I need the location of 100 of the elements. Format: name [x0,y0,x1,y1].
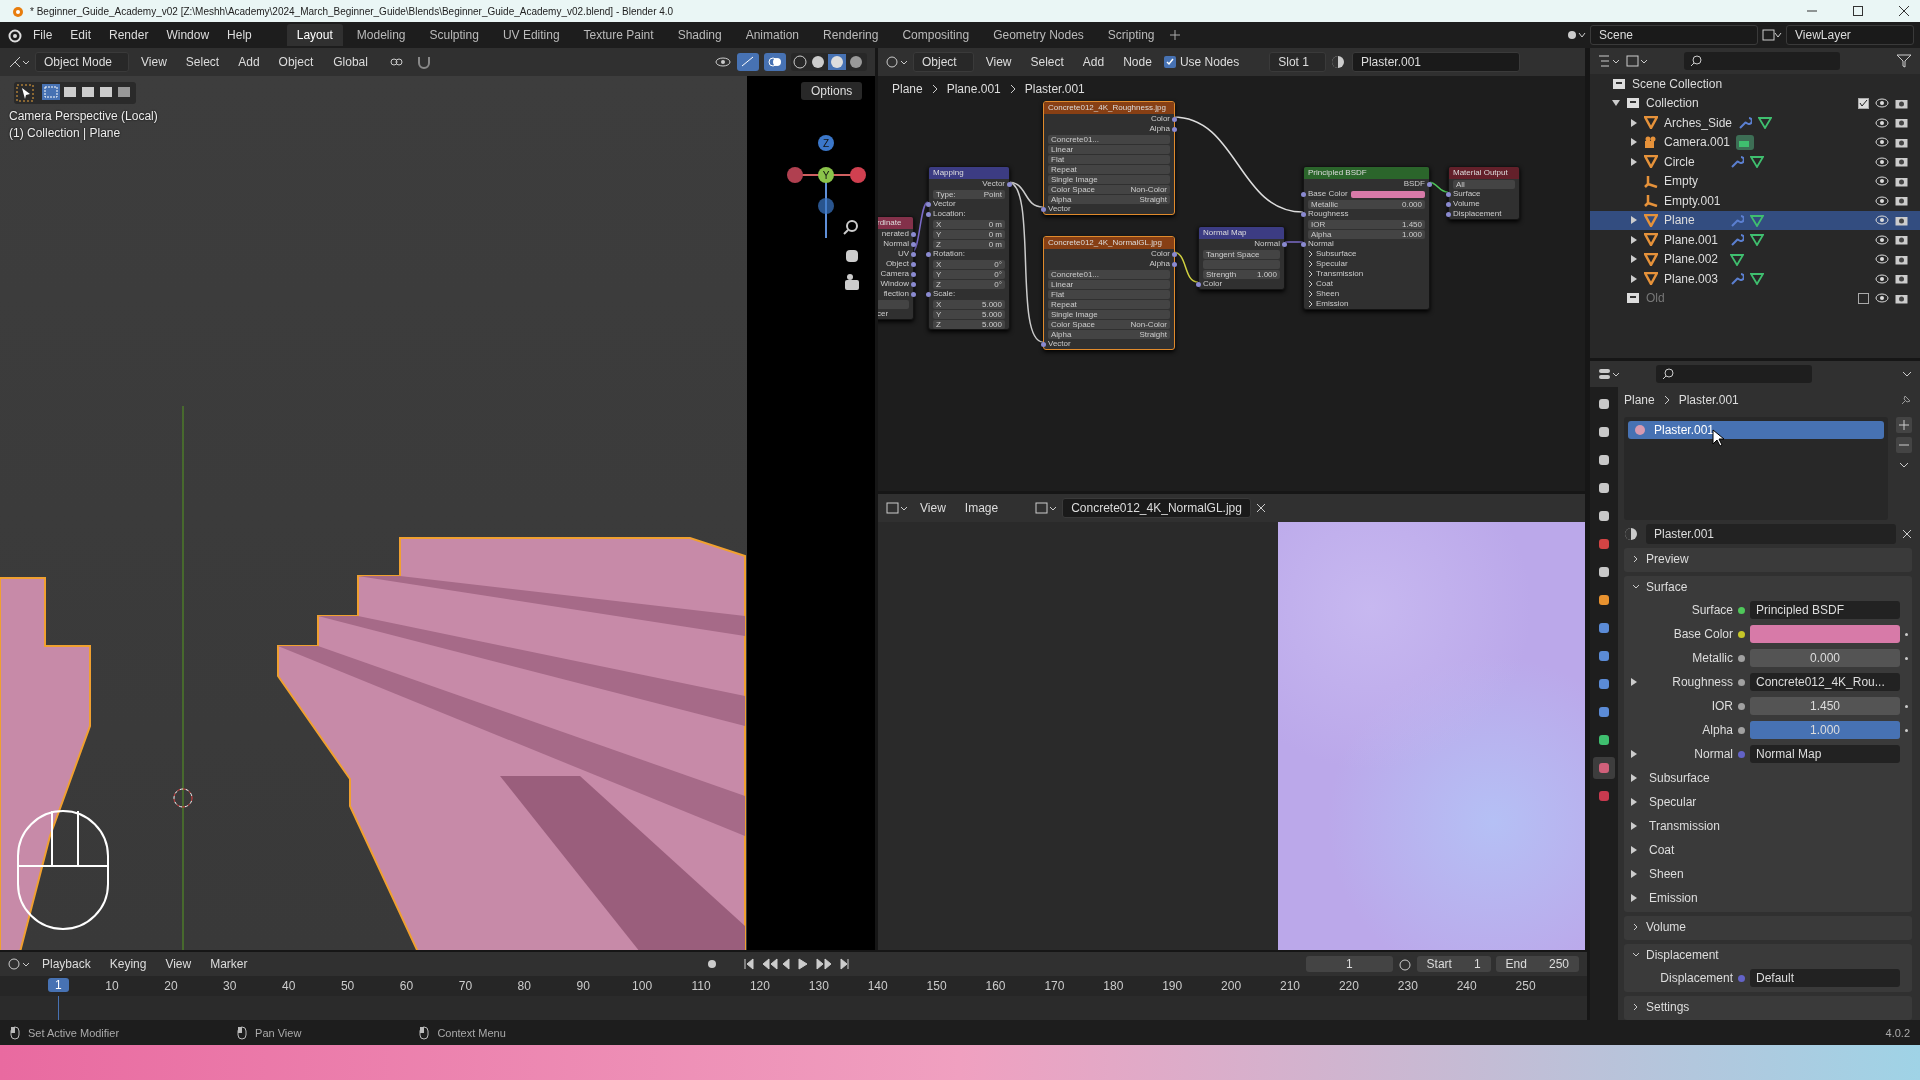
zoom-icon[interactable] [843,220,858,235]
panel-label[interactable]: Coat [1316,279,1333,289]
clock-icon[interactable] [8,957,30,971]
menu-item[interactable]: View [978,53,1019,71]
socket-icon[interactable] [1301,241,1306,247]
menu-item[interactable]: View [134,53,174,71]
node-field[interactable]: Single Image [1048,310,1170,319]
eye-icon[interactable] [1875,234,1889,245]
slider-field[interactable]: 1.000 [1750,721,1900,739]
panel-header[interactable]: Displacement [1624,944,1912,966]
workspace-tab[interactable]: Modeling [346,24,416,46]
node-field[interactable]: Y 0 m [933,230,1005,239]
breadcrumb[interactable]: Plaster.001 [1024,82,1085,96]
node-editor-icon[interactable] [886,55,908,69]
eye-icon[interactable] [1875,215,1889,226]
wrench-icon[interactable] [1730,155,1744,169]
overlay-toggle-icon[interactable] [764,53,786,71]
eye-icon[interactable] [1875,176,1889,187]
menu-item[interactable]: Keying [102,955,154,973]
socket-icon[interactable] [1738,726,1745,734]
panel-label[interactable]: Specular [1316,259,1348,269]
outliner-row[interactable]: Empty.001 [1590,191,1920,211]
mesh-data-icon[interactable] [1750,155,1764,169]
expand-arrow-icon[interactable] [1612,99,1620,108]
node-field[interactable]: X 0° [933,260,1005,269]
color-swatch[interactable] [1350,190,1425,198]
workspace-tab[interactable]: Animation [735,24,810,46]
node-field[interactable]: Color Space Non-Color [1048,320,1170,329]
options-dropdown[interactable]: Options [801,82,863,100]
eye-icon[interactable] [1875,98,1889,109]
workspace-tab[interactable]: Texture Paint [573,24,664,46]
camera-icon[interactable] [1895,175,1908,187]
node-field[interactable]: Color Space Non-Color [1048,185,1170,194]
end-frame-field[interactable]: End 250 [1495,956,1579,972]
material-sphere-icon[interactable] [1330,55,1347,69]
menu-item[interactable]: Playback [35,955,98,973]
current-frame-marker[interactable]: 1 [48,978,69,992]
menu-item[interactable]: Add [231,53,267,71]
material-field[interactable]: Plaster.001 [1351,52,1520,72]
socket-icon[interactable] [1301,191,1306,197]
socket-icon[interactable] [1301,211,1306,217]
node-field[interactable]: Y 5.000 [933,310,1005,319]
outliner-row[interactable]: Plane.001 [1590,230,1920,250]
socket-icon[interactable] [926,291,931,297]
camera-icon[interactable] [1895,214,1908,226]
subpanel-label[interactable]: Specular [1649,795,1697,809]
menu-item[interactable]: Marker [203,955,255,973]
blender-logo-icon[interactable] [6,27,22,43]
subpanel-label[interactable]: Emission [1649,891,1698,905]
node-field[interactable]: Alpha Straight [1048,330,1170,339]
object-type-dropdown[interactable]: Object [913,52,974,72]
shader-node[interactable]: Concrete012_4K_Roughness.jpg Color Alpha Concrete01... Linear Flat Repeat Single Image Color Space Non-Color Alpha Straight Vector [1043,101,1175,215]
node-field[interactable]: Alpha Straight [1048,195,1170,204]
outliner-item[interactable]: Collection [1646,96,1699,111]
subpanel-label[interactable]: Sheen [1649,867,1684,881]
outliner-row[interactable]: Circle [1590,152,1920,172]
outliner-icon[interactable] [1598,54,1620,68]
camera-icon[interactable] [1895,195,1908,207]
eye-icon[interactable] [1875,156,1889,167]
mesh-data-icon[interactable] [1750,272,1764,286]
outliner-item[interactable]: Scene Collection [1632,76,1723,91]
use-nodes-checkbox[interactable]: Use Nodes [1163,55,1240,69]
camera-icon[interactable] [1895,117,1908,129]
node-field[interactable]: Alpha 1.000 [1308,230,1425,239]
start-frame-field[interactable]: Start 1 [1416,956,1491,972]
breadcrumb[interactable]: Plane [892,82,923,96]
socket-icon[interactable] [1041,206,1046,212]
subpanel-label[interactable]: Coat [1649,843,1675,857]
add-icon[interactable] [1896,417,1912,433]
node-field[interactable]: Tangent Space [1203,250,1280,259]
menu-item[interactable]: File [26,26,60,44]
expand-arrow-icon[interactable] [1630,274,1638,283]
node-field[interactable]: Linear [1048,280,1170,289]
orientation-dropdown[interactable]: Global [325,53,384,71]
workspace-tab[interactable]: Compositing [892,24,980,46]
node-field[interactable]: Linear [1048,145,1170,154]
panel-header[interactable]: Preview [1624,548,1912,570]
node-field[interactable]: Strength 1.000 [1203,270,1280,279]
camera-icon[interactable] [1895,97,1908,109]
camera-icon[interactable] [1895,292,1908,304]
display-mode-icon[interactable] [1626,54,1648,68]
outliner-row[interactable]: Plane.003 [1590,269,1920,289]
socket-icon[interactable] [1738,630,1745,638]
maximize-icon[interactable] [1852,5,1864,17]
mesh-data-icon[interactable] [1750,213,1764,227]
number-field[interactable]: 0.000 [1750,649,1900,667]
node-field[interactable]: Flat [1048,155,1170,164]
menu-item[interactable]: Image [957,499,1006,517]
menu-item[interactable]: Window [159,26,217,44]
socket-icon[interactable] [1738,702,1745,710]
subpanel-label[interactable]: Transmission [1649,819,1720,833]
shader-node[interactable]: Mapping Vector Type: Point Vector Location: X 0 m Y 0 m Z 0 m Rotation: X 0° Y 0° Z 0° Scale: X 5.000 Y 5.000 Z 5.000 [928,166,1010,330]
shader-node[interactable]: Concrete012_4K_NormalGL.jpg Color Alpha Concrete01... Linear Flat Repeat Single Image Color Space Non-Color Alpha Straight Vector [1043,236,1175,350]
image-icon[interactable] [1035,501,1058,515]
outliner-row[interactable]: Plane [1590,210,1920,230]
node-field[interactable]: Single Image [1048,175,1170,184]
eye-icon[interactable] [1875,293,1889,304]
properties-icon[interactable] [1598,367,1620,381]
panel-header[interactable]: Volume [1624,916,1912,938]
subpanel-label[interactable]: Subsurface [1649,771,1710,785]
